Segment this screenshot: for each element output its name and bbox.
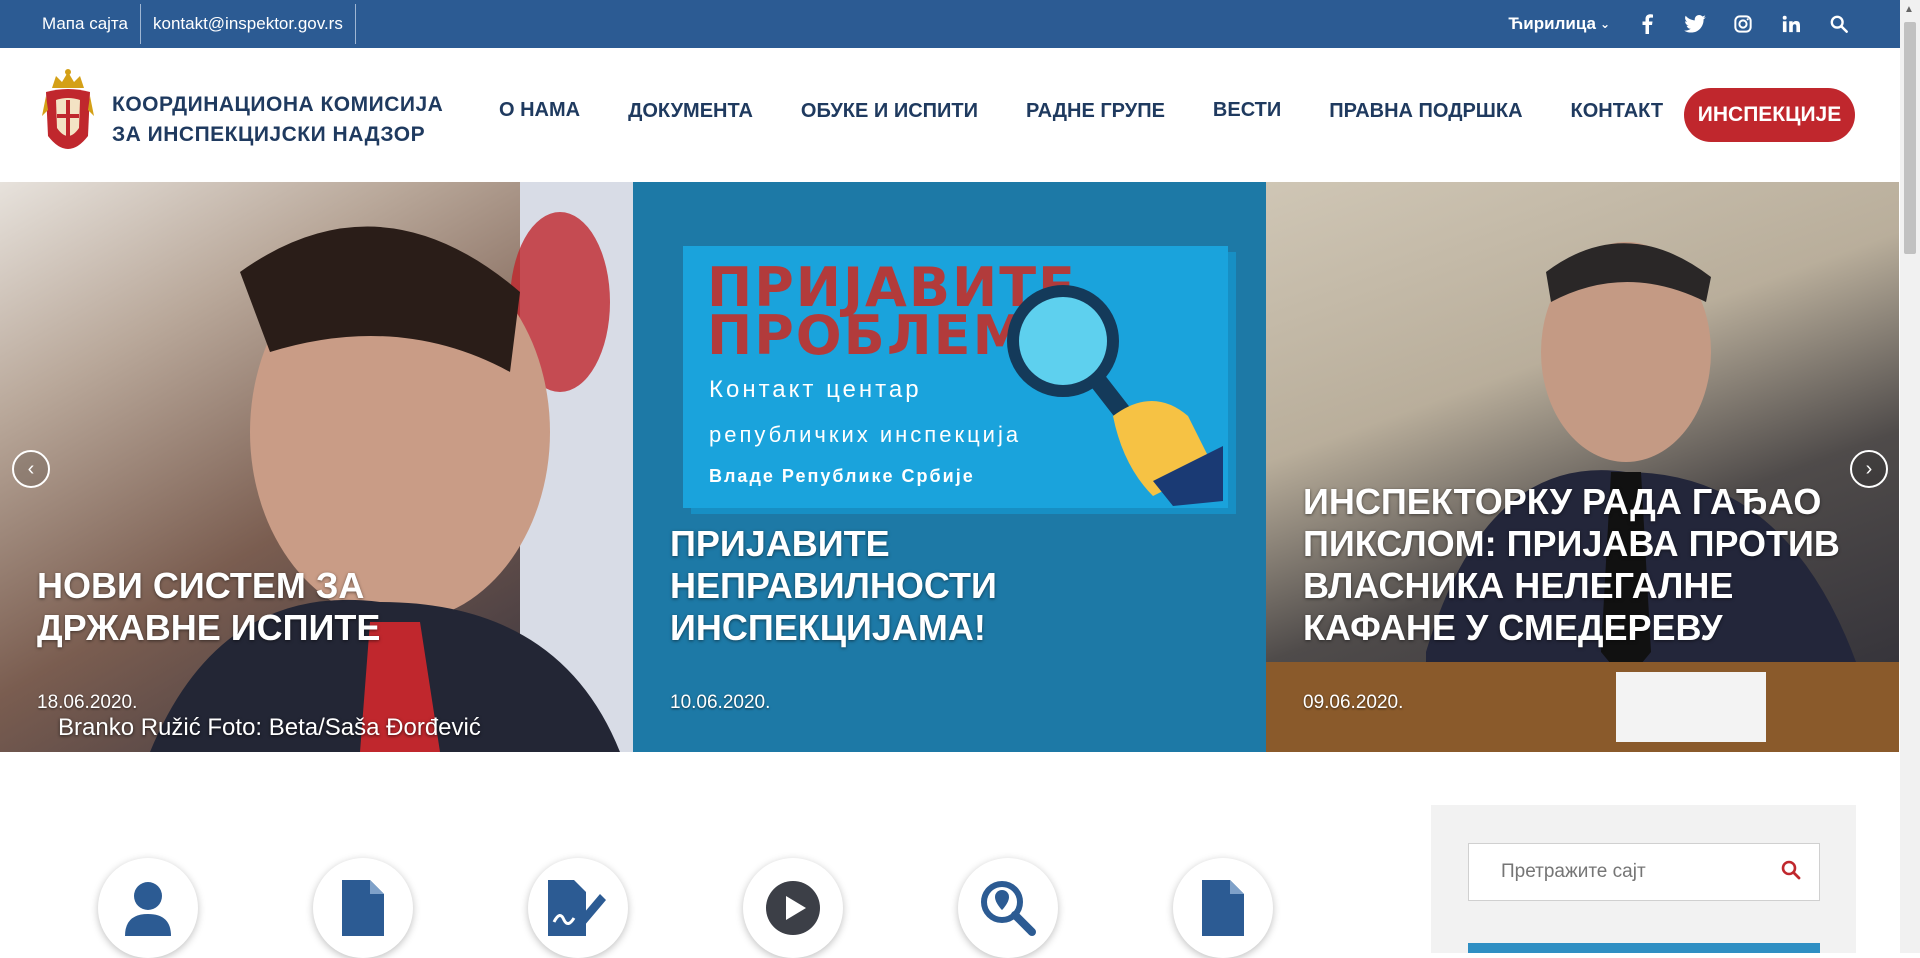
nav-item-vesti[interactable]: ВЕСТИ: [1213, 99, 1281, 123]
poster-line-3: Контакт центар: [709, 376, 922, 403]
signature-icon: [548, 880, 606, 936]
email-link[interactable]: kontakt@inspektor.gov.rs: [141, 4, 356, 44]
slider-next-button[interactable]: ›: [1850, 450, 1888, 488]
site-brand[interactable]: КООРДИНАЦИОНА КОМИСИЈА ЗА ИНСПЕКЦИЈСКИ Н…: [112, 90, 443, 150]
quick-links: [98, 858, 1273, 958]
slide-item[interactable]: ИНСПЕКТОРКУ РАДА ГАЂАО ПИКСЛОМ: ПРИЈАВА …: [1266, 182, 1899, 752]
page-scrollbar[interactable]: ▲: [1900, 0, 1920, 953]
search-icon[interactable]: [1828, 13, 1850, 35]
slide-3-photo: [1266, 242, 1899, 752]
top-bar: Мапа сајта kontakt@inspektor.gov.rs Ћири…: [0, 0, 1920, 48]
quick-link-document[interactable]: [313, 858, 413, 958]
slide-date: 18.06.2020.: [37, 692, 138, 713]
nav-item-o-nama[interactable]: О НАМА: [499, 99, 580, 123]
slide-title[interactable]: НОВИ СИСТЕМ ЗА ДРЖАВНЕ ИСПИТЕ: [37, 565, 557, 649]
sitemap-link[interactable]: Мапа сајта: [30, 4, 141, 44]
quick-link-video[interactable]: [743, 858, 843, 958]
slide-1-photo: [150, 182, 633, 752]
nav-item-dokumenta[interactable]: ДОКУМЕНТА: [628, 100, 753, 123]
inspections-button[interactable]: ИНСПЕКЦИЈЕ: [1684, 88, 1855, 142]
play-icon: [766, 881, 820, 935]
nav-item-pravna-podrska[interactable]: ПРАВНА ПОДРШКА: [1329, 100, 1522, 123]
facebook-icon[interactable]: [1636, 13, 1658, 35]
nav-item-kontakt[interactable]: КОНТАКТ: [1571, 100, 1664, 123]
user-icon: [125, 882, 171, 936]
top-links: Мапа сајта kontakt@inspektor.gov.rs: [30, 0, 356, 48]
brand-line-2: ЗА ИНСПЕКЦИЈСКИ НАДЗОР: [112, 123, 426, 146]
chevron-down-icon: ⌄: [1599, 17, 1610, 31]
linkedin-icon[interactable]: [1780, 13, 1802, 35]
slide-item[interactable]: ПРИЈАВИТЕ ПРОБЛЕМ! Контакт центар републ…: [633, 182, 1266, 752]
search-location-icon: [981, 881, 1036, 936]
quick-link-user[interactable]: [98, 858, 198, 958]
slide-item[interactable]: НОВИ СИСТЕМ ЗА ДРЖАВНЕ ИСПИТЕ 18.06.2020…: [0, 182, 633, 752]
poster-line-5: Владе Републике Србије: [709, 466, 975, 486]
quick-link-file[interactable]: [1173, 858, 1273, 958]
slide-date: 09.06.2020.: [1303, 692, 1404, 713]
nav-item-obuke[interactable]: ОБУКЕ И ИСПИТИ: [801, 100, 978, 123]
sidebar-banner[interactable]: [1468, 943, 1820, 953]
slide-title[interactable]: ИНСПЕКТОРКУ РАДА ГАЂАО ПИКСЛОМ: ПРИЈАВА …: [1303, 481, 1843, 649]
main-nav: О НАМА ДОКУМЕНТА ОБУКЕ И ИСПИТИ РАДНЕ ГР…: [475, 99, 1687, 123]
language-selector[interactable]: Ћирилица ⌄: [1508, 14, 1610, 34]
slide-date: 10.06.2020.: [670, 692, 771, 713]
news-slider: НОВИ СИСТЕМ ЗА ДРЖАВНЕ ИСПИТЕ 18.06.2020…: [0, 182, 1900, 752]
file-icon: [1202, 880, 1244, 936]
report-problem-poster: ПРИЈАВИТЕ ПРОБЛЕМ! Контакт центар републ…: [683, 246, 1228, 508]
instagram-icon[interactable]: [1732, 13, 1754, 35]
slider-prev-button[interactable]: ‹: [12, 450, 50, 488]
brand-line-1: КООРДИНАЦИОНА КОМИСИЈА: [112, 93, 444, 116]
site-search: [1468, 843, 1820, 901]
site-search-input[interactable]: [1499, 860, 1783, 884]
twitter-icon[interactable]: [1684, 13, 1706, 35]
slide-title[interactable]: ПРИЈАВИТЕ НЕПРАВИЛНОСТИ ИНСПЕКЦИЈАМА!: [670, 523, 1030, 649]
search-submit-icon[interactable]: [1781, 860, 1801, 885]
top-right: Ћирилица ⌄: [1508, 0, 1850, 48]
coat-of-arms-logo[interactable]: [42, 66, 94, 164]
scroll-up-arrow-icon[interactable]: ▲: [1904, 4, 1914, 15]
poster-line-4: републичких инспекција: [709, 422, 1022, 447]
magnifier-icon: [1007, 285, 1223, 506]
language-label: Ћирилица: [1508, 14, 1596, 33]
photo-caption: Branko Ružić Foto: Beta/Saša Đorđević: [58, 714, 481, 741]
quick-link-inspection-search[interactable]: [958, 858, 1058, 958]
document-icon: [342, 880, 384, 936]
nav-item-radne-grupe[interactable]: РАДНЕ ГРУПЕ: [1026, 100, 1165, 123]
quick-link-signature[interactable]: [528, 858, 628, 958]
site-header: КООРДИНАЦИОНА КОМИСИЈА ЗА ИНСПЕКЦИЈСКИ Н…: [0, 48, 1920, 182]
scrollbar-thumb[interactable]: [1904, 22, 1916, 254]
sidebar: [1431, 805, 1856, 953]
